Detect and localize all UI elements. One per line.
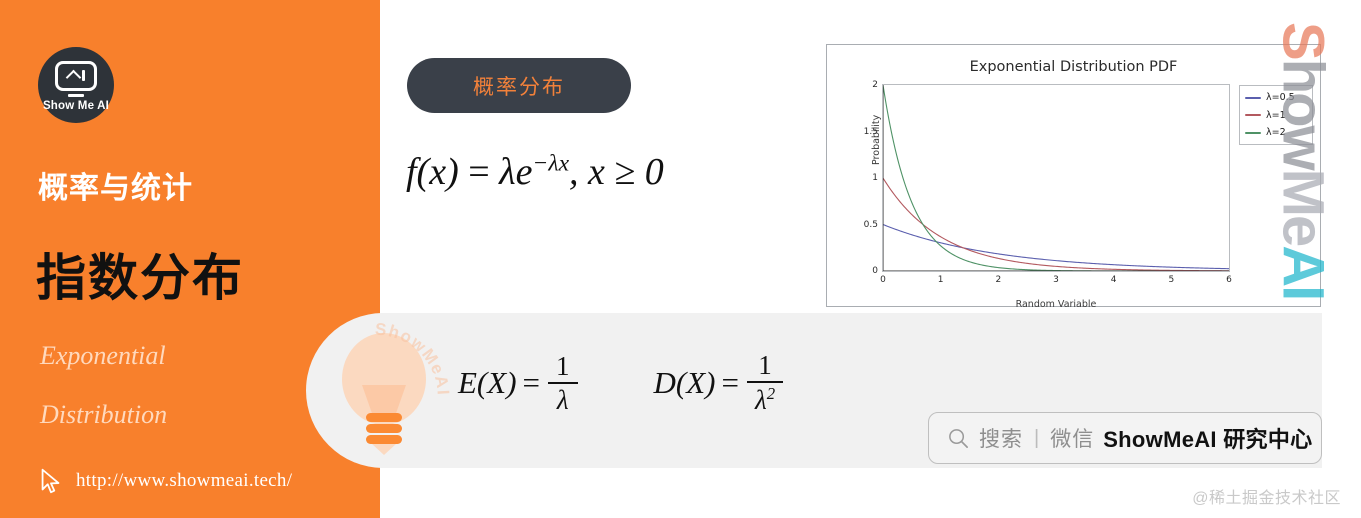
legend-label-lambda-2: λ=2 (1266, 127, 1286, 138)
pdf-formula-exponent: −λx (532, 150, 570, 177)
chart-container: Exponential Distribution PDF 0 0.5 1 1.5… (826, 44, 1321, 310)
ytick-1: 1 (872, 173, 878, 183)
chevron-icon (65, 69, 81, 85)
topic-tag-label: 概率分布 (473, 75, 565, 99)
stats-formulas: E(X) = 1 λ D(X) = 1 λ2 (458, 351, 785, 415)
english-title-line1: Exponential (40, 341, 166, 370)
course-subtitle: 概率与统计 (38, 172, 193, 205)
chart-plot-area: 0 0.5 1 1.5 2 0 1 2 3 4 5 6 Probability … (864, 80, 1232, 310)
legend-swatch-lambda-1 (1245, 114, 1261, 116)
slide-root: Show Me AI 概率与统计 指数分布 Exponential Distri… (0, 0, 1361, 518)
xtick-5: 5 (1168, 275, 1175, 285)
website-link[interactable]: http://www.showmeai.tech/ (36, 466, 292, 496)
xtick-0: 0 (880, 275, 886, 285)
variance-denominator-power: 2 (766, 384, 776, 404)
xtick-6: 6 (1226, 275, 1232, 285)
search-divider: | (1034, 426, 1040, 449)
chart-axis-spines (883, 85, 1229, 271)
search-brand-name: ShowMeAI 研究中心 (1103, 427, 1313, 452)
chart-title: Exponential Distribution PDF (969, 59, 1178, 75)
legend-label-lambda-0.5: λ=0.5 (1266, 92, 1295, 103)
variance-denominator: λ2 (747, 385, 783, 414)
variance-denominator-base: λ (754, 385, 767, 416)
cursor-bar-icon (81, 70, 85, 81)
variance-label: D(X) (653, 364, 716, 400)
showmeai-logo: Show Me AI (38, 47, 114, 123)
variance-numerator: 1 (758, 350, 772, 380)
xtick-3: 3 (1053, 275, 1059, 285)
website-url-text: http://www.showmeai.tech/ (76, 470, 293, 491)
logo-wordmark: Show Me AI (42, 99, 110, 112)
legend-swatch-lambda-2 (1245, 131, 1261, 134)
chart-x-axis-label: Random Variable (1015, 299, 1097, 310)
ytick-2: 2 (872, 80, 878, 90)
svg-text:ShowMeAI: ShowMeAI (374, 320, 453, 397)
chart-series-λ=1 (883, 178, 1229, 271)
wechat-search-bar[interactable]: 搜索 | 微信 ShowMeAI 研究中心 (928, 412, 1322, 464)
page-title: 指数分布 (36, 250, 244, 306)
expectation-eq: = (522, 364, 541, 400)
chart-legend: λ=0.5 λ=1 λ=2 (1239, 85, 1313, 145)
pdf-formula-eq: = (468, 151, 490, 193)
english-title-line2: Distribution (40, 400, 168, 429)
xtick-4: 4 (1110, 275, 1117, 285)
expectation-fraction: 1 λ (548, 350, 578, 415)
xtick-1: 1 (937, 275, 944, 285)
chart-series-λ=0.5 (883, 225, 1229, 269)
expectation-numerator: 1 (556, 350, 570, 381)
search-icon (949, 428, 968, 448)
chart-y-axis-label: Probability (871, 114, 882, 165)
xtick-2: 2 (995, 275, 1002, 285)
pdf-formula-condition: , x ≥ 0 (569, 151, 664, 193)
search-channel: 微信 (1050, 428, 1095, 451)
legend-swatch-lambda-0.5 (1245, 96, 1261, 99)
legend-item: λ=1 (1245, 110, 1307, 121)
corner-watermark: @稀土掘金技术社区 (1192, 490, 1341, 507)
expectation-formula: E(X) = 1 λ (458, 350, 580, 415)
variance-fraction: 1 λ2 (746, 350, 784, 415)
variance-eq: = (721, 364, 739, 400)
pdf-formula: f(x) = λe−λx, x ≥ 0 (406, 150, 766, 194)
fraction-bar (548, 381, 578, 384)
ytick-0: 0 (872, 266, 878, 276)
legend-item: λ=2 (1245, 127, 1307, 138)
legend-item: λ=0.5 (1245, 92, 1307, 103)
legend-label-lambda-1: λ=1 (1266, 109, 1286, 121)
chart-curves (883, 85, 1229, 271)
fraction-bar (746, 381, 784, 384)
circular-watermark-text: ShowMeAI (374, 320, 453, 397)
pdf-formula-lhs: f(x) (406, 151, 459, 193)
ytick-0.5: 0.5 (863, 219, 878, 230)
expectation-denominator: λ (556, 384, 569, 415)
cursor-pointer-icon (41, 468, 60, 494)
logo-neck-bar (68, 93, 84, 97)
topic-tag-pill[interactable]: 概率分布 (407, 58, 631, 113)
pdf-formula-rhs-base: λe (499, 151, 533, 193)
variance-formula: D(X) = 1 λ2 (654, 351, 786, 415)
expectation-label: E(X) (458, 364, 517, 400)
search-placeholder: 搜索 (979, 428, 1023, 451)
robot-screen-icon (55, 60, 97, 91)
lightbulb-badge: ShowMeAI (306, 313, 461, 468)
chart-series-λ=2 (883, 85, 1229, 271)
